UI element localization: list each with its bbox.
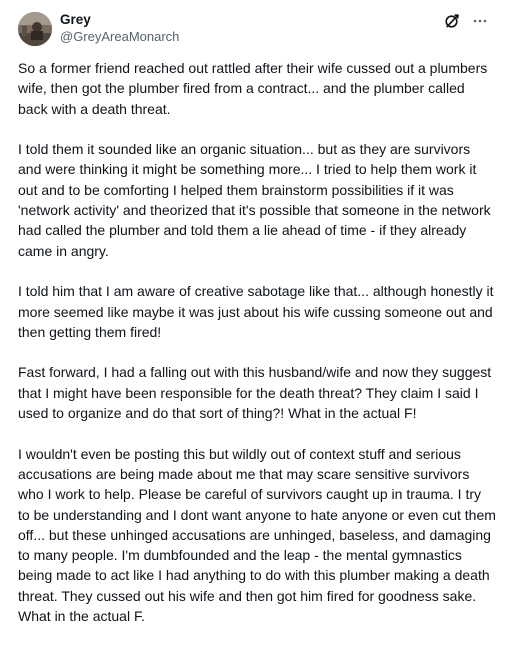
header-actions [443, 12, 489, 30]
tweet-paragraph-4: Fast forward, I had a falling out with t… [18, 364, 496, 422]
avatar[interactable] [18, 12, 52, 46]
more-options-icon[interactable] [471, 12, 489, 30]
tweet-paragraph-2: I told them it sounded like an organic s… [18, 141, 495, 259]
tweet-text: So a former friend reached out rattled a… [18, 58, 496, 647]
grok-icon[interactable] [443, 12, 461, 30]
avatar-image [18, 12, 52, 46]
tweet: Grey @GreyAreaMonarch So a former friend… [0, 0, 507, 648]
tweet-paragraph-5: I wouldn't even be posting this but wild… [18, 445, 500, 625]
tweet-paragraph-3: I told him that I am aware of creative s… [18, 283, 498, 340]
tweet-paragraph-1: So a former friend reached out rattled a… [18, 60, 492, 117]
display-name[interactable]: Grey [60, 11, 179, 28]
author-info: Grey @GreyAreaMonarch [60, 11, 179, 45]
handle[interactable]: @GreyAreaMonarch [60, 28, 179, 45]
